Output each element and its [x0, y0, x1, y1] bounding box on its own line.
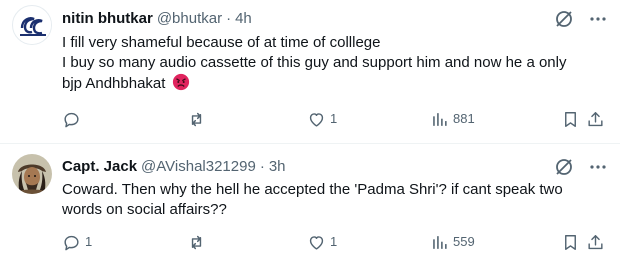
tweet-header: nitin bhutkar @bhutkar · 4h: [62, 9, 252, 29]
retweet-button[interactable]: [187, 110, 210, 129]
author-handle[interactable]: @bhutkar: [157, 9, 222, 29]
share-icon: [588, 234, 603, 249]
reply-count: 1: [85, 234, 93, 249]
share-button[interactable]: [586, 110, 605, 129]
like-button[interactable]: 1: [307, 233, 337, 252]
views-chart-icon: [433, 235, 447, 249]
pirate-photo-avatar-icon: [12, 154, 52, 194]
timestamp[interactable]: 4h: [235, 9, 252, 29]
more-options-icon[interactable]: [588, 157, 608, 182]
tweet-line: bjp Andhbhakat: [62, 73, 602, 94]
views-button[interactable]: 559: [430, 233, 475, 252]
share-button[interactable]: [586, 233, 605, 252]
tweet-header: Capt. Jack @AVishal321299 · 3h: [62, 157, 286, 177]
tweet-top-icons: [554, 9, 608, 34]
tweet[interactable]: Capt. Jack @AVishal321299 · 3h Coward. T…: [0, 144, 620, 262]
views-count: 881: [453, 111, 475, 126]
author-name[interactable]: Capt. Jack: [62, 157, 137, 177]
reply-icon: [64, 112, 79, 127]
angry-face-emoji-icon: [172, 73, 189, 91]
like-count: 1: [330, 234, 338, 249]
bookmark-icon: [565, 234, 576, 250]
heart-icon: [309, 112, 324, 127]
tweet-top-icons: [554, 157, 608, 182]
tweet-actions: 1 1 559: [52, 230, 610, 254]
avatar[interactable]: [12, 154, 52, 194]
author-handle[interactable]: @AVishal321299: [141, 157, 256, 177]
retweet-icon: [191, 112, 202, 126]
tweet-line: Coward. Then why the hell he accepted th…: [62, 181, 563, 198]
retweet-icon: [191, 235, 202, 249]
views-count: 559: [453, 234, 475, 249]
grok-icon[interactable]: [554, 9, 574, 34]
grok-icon[interactable]: [554, 157, 574, 182]
separator-dot: ·: [259, 158, 265, 175]
views-chart-icon: [433, 112, 447, 126]
views-button[interactable]: 881: [430, 110, 475, 129]
like-button[interactable]: 1: [307, 110, 337, 129]
retweet-button[interactable]: [187, 233, 210, 252]
avatar[interactable]: [12, 5, 52, 45]
separator-dot: ·: [226, 10, 232, 27]
tweet-text: Coward. Then why the hell he accepted th…: [62, 180, 602, 220]
timestamp[interactable]: 3h: [269, 157, 286, 177]
tweet-line: I buy so many audio cassette of this guy…: [62, 54, 567, 71]
reply-icon: [64, 235, 79, 250]
like-count: 1: [330, 111, 338, 126]
reply-button[interactable]: 1: [62, 233, 92, 252]
tweet-line: I fill very shameful because of at time …: [62, 34, 381, 51]
tweet-line: words on social affairs??: [62, 201, 227, 218]
tweet[interactable]: nitin bhutkar @bhutkar · 4h I fill very …: [0, 0, 620, 144]
bookmark-icon: [565, 111, 576, 127]
bookmark-button[interactable]: [561, 233, 580, 252]
tweet-text: I fill very shameful because of at time …: [62, 33, 602, 94]
share-icon: [588, 111, 603, 126]
heart-icon: [309, 235, 324, 250]
bookmark-button[interactable]: [561, 110, 580, 129]
author-name[interactable]: nitin bhutkar: [62, 9, 153, 29]
circle-logo-avatar-icon: [14, 7, 51, 44]
more-options-icon[interactable]: [588, 9, 608, 34]
tweet-actions: 1 881: [52, 107, 610, 131]
reply-button[interactable]: [62, 110, 85, 129]
